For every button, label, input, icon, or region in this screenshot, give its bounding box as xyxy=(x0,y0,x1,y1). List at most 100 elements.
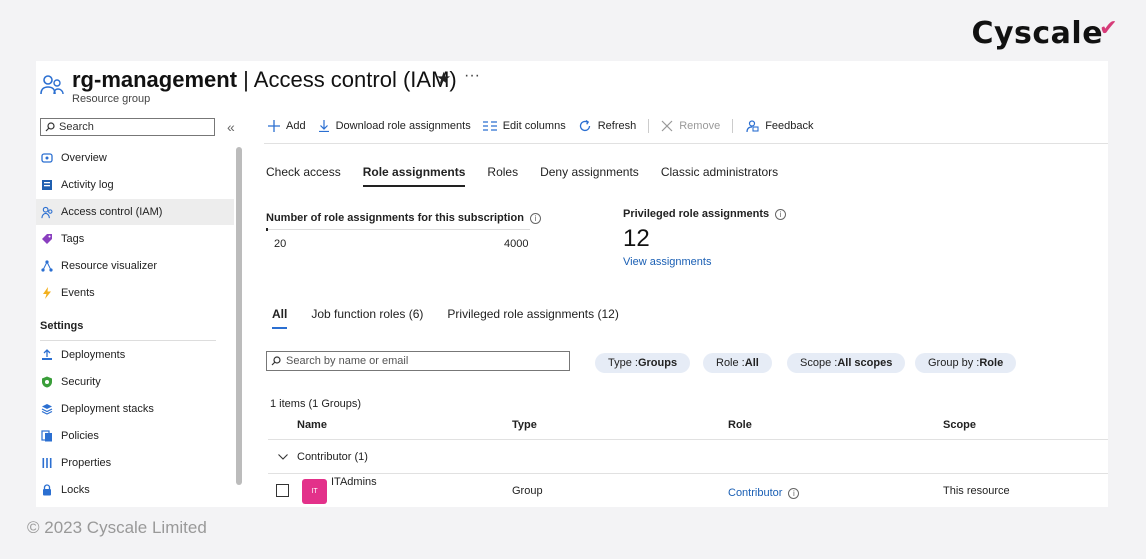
privileged-count: 12 xyxy=(623,225,650,252)
add-button[interactable]: Add xyxy=(268,120,306,132)
sidebar-item-label: Activity log xyxy=(61,179,114,191)
refresh-icon xyxy=(579,119,590,132)
shield-icon xyxy=(40,375,54,389)
copyright-footer: © 2023 Cyscale Limited xyxy=(27,518,207,537)
info-icon[interactable]: i xyxy=(529,212,541,224)
role-link[interactable]: Contributor xyxy=(728,487,782,499)
sidebar-scrollbar[interactable] xyxy=(236,147,242,485)
lightning-icon xyxy=(40,286,54,300)
toolbar-separator xyxy=(732,119,734,133)
sidebar-item-properties[interactable]: Properties xyxy=(36,450,234,476)
tab-check-access[interactable]: Check access xyxy=(266,165,341,187)
sidebar-item-label: Locks xyxy=(61,484,90,496)
sidebar-search-input[interactable]: Search xyxy=(40,118,215,136)
subtab-job-function-roles[interactable]: Job function roles (6) xyxy=(311,307,423,329)
download-icon xyxy=(318,120,329,132)
columns-icon xyxy=(482,121,497,131)
page-title: rg-management | Access control (IAM) xyxy=(72,67,457,92)
sidebar-item-access-control[interactable]: Access control (IAM) xyxy=(36,199,234,225)
row-checkbox[interactable] xyxy=(276,484,289,497)
role-cell: Contributor i xyxy=(728,487,800,499)
feedback-label: Feedback xyxy=(765,120,814,132)
chevron-down-icon xyxy=(278,454,288,460)
sidebar-item-events[interactable]: Events xyxy=(36,280,234,306)
column-header-role[interactable]: Role xyxy=(728,419,752,431)
collapse-sidebar-button[interactable]: « xyxy=(227,119,235,135)
sidebar-item-overview[interactable]: Overview xyxy=(36,145,234,171)
search-icon xyxy=(45,122,55,132)
sidebar-item-security[interactable]: Security xyxy=(36,369,234,395)
tab-deny-assignments[interactable]: Deny assignments xyxy=(540,165,639,187)
remove-button[interactable]: Remove xyxy=(661,120,720,132)
filter-type-pill[interactable]: Type : Groups xyxy=(595,353,691,373)
refresh-label: Refresh xyxy=(597,120,637,132)
tab-role-assignments[interactable]: Role assignments xyxy=(362,165,466,187)
info-icon[interactable]: i xyxy=(775,208,787,220)
role-assignment-count-label: Number of role assignments for this subs… xyxy=(266,212,541,224)
subtab-privileged-role-assignments[interactable]: Privileged role assignments (12) xyxy=(447,307,618,329)
lock-icon xyxy=(40,483,54,497)
tab-classic-administrators[interactable]: Classic administrators xyxy=(661,165,778,187)
filter-group-by-pill[interactable]: Group by : Role xyxy=(915,353,1017,373)
deploy-icon xyxy=(40,348,54,362)
tab-roles[interactable]: Roles xyxy=(487,165,518,187)
brand-mark-icon: ✔ xyxy=(1099,16,1118,41)
refresh-button[interactable]: Refresh xyxy=(578,119,637,133)
column-header-name[interactable]: Name xyxy=(297,419,327,431)
filter-value: All scopes xyxy=(837,357,893,369)
add-label: Add xyxy=(286,120,306,132)
sidebar-item-label: Deployments xyxy=(61,349,126,361)
assignment-filter-tabs: All Job function roles (6) Privileged ro… xyxy=(272,307,643,329)
group-label: Contributor (1) xyxy=(297,451,368,463)
search-placeholder: Search xyxy=(59,121,94,133)
group-header-row[interactable]: Contributor (1) xyxy=(278,451,368,463)
privileged-label: Privileged role assignments i xyxy=(623,208,787,220)
sidebar-item-label: Resource visualizer xyxy=(61,260,157,272)
column-header-scope[interactable]: Scope xyxy=(943,419,976,431)
usage-bar-track xyxy=(266,229,530,230)
azure-portal-window: rg-management | Access control (IAM) Res… xyxy=(36,61,1108,507)
sidebar-item-label: Overview xyxy=(61,152,107,164)
filter-value: All xyxy=(744,357,759,369)
filter-scope-pill[interactable]: Scope : All scopes xyxy=(787,353,906,373)
properties-icon xyxy=(40,456,54,470)
filter-role-pill[interactable]: Role : All xyxy=(703,353,772,373)
sidebar-item-label: Deployment stacks xyxy=(61,403,154,415)
download-label: Download role assignments xyxy=(335,120,471,132)
activity-log-icon xyxy=(40,178,54,192)
star-icon[interactable]: ★ xyxy=(436,69,451,89)
sidebar-item-resource-visualizer[interactable]: Resource visualizer xyxy=(36,253,234,279)
brand-logo: Cyscale✔ xyxy=(971,16,1118,51)
principal-name-link[interactable]: ITAdmins xyxy=(331,476,377,488)
download-button[interactable]: Download role assignments xyxy=(318,120,471,132)
view-assignments-link[interactable]: View assignments xyxy=(623,256,711,268)
remove-label: Remove xyxy=(679,120,721,132)
filter-key: Role : xyxy=(716,357,745,369)
command-toolbar: Add Download role assignments Edit colum… xyxy=(268,119,826,133)
current-count: 20 xyxy=(274,238,287,250)
visualizer-icon xyxy=(40,259,54,273)
sidebar-item-activity-log[interactable]: Activity log xyxy=(36,172,234,198)
subtab-all[interactable]: All xyxy=(272,307,288,329)
sidebar-item-locks[interactable]: Locks xyxy=(36,477,234,503)
sidebar-item-tags[interactable]: Tags xyxy=(36,226,234,252)
sidebar-item-deployments[interactable]: Deployments xyxy=(36,342,234,368)
sidebar-item-label: Tags xyxy=(61,233,85,245)
sidebar-item-deployment-stacks[interactable]: Deployment stacks xyxy=(36,396,234,422)
ellipsis-icon[interactable]: ··· xyxy=(464,67,480,85)
overview-icon xyxy=(40,151,54,165)
edit-columns-button[interactable]: Edit columns xyxy=(482,120,566,132)
usage-bar-fill xyxy=(266,228,268,231)
info-icon[interactable]: i xyxy=(788,487,800,499)
scope-cell: This resource xyxy=(943,485,1010,497)
filter-key: Group by : xyxy=(928,357,980,369)
search-by-name-input[interactable]: Search by name or email xyxy=(266,351,570,371)
column-header-type[interactable]: Type xyxy=(512,419,537,431)
sidebar-divider xyxy=(40,340,216,341)
privileged-label-text: Privileged role assignments xyxy=(623,208,770,220)
toolbar-separator xyxy=(648,119,650,133)
sidebar-item-policies[interactable]: Policies xyxy=(36,423,234,449)
filter-key: Type : xyxy=(608,357,638,369)
feedback-button[interactable]: Feedback xyxy=(745,119,814,133)
toolbar-divider xyxy=(264,143,1108,144)
